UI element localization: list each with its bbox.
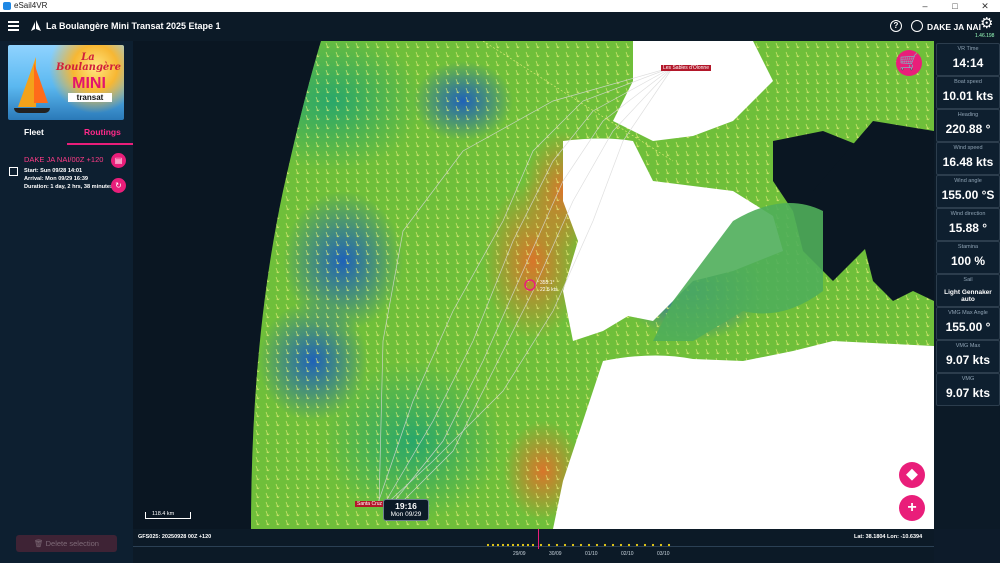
banner-mini: MINI (72, 75, 106, 92)
tab-fleet[interactable]: Fleet (24, 127, 44, 137)
timeline-date: 29/09 (513, 551, 526, 557)
routing-start: Start: Sun 09/28 14:01 (24, 168, 83, 174)
scale-label: 118.4 km (152, 511, 175, 517)
cursor-date: Mon 09/29 (390, 511, 422, 518)
help-icon[interactable]: ? (890, 20, 902, 32)
boat-speed-readout: 22.5 kts (540, 287, 558, 293)
stat-wind-direction: Wind direction 15.88 ° (936, 208, 1000, 241)
stat-wind-speed: Wind speed 16.48 kts (936, 142, 1000, 175)
sidebar-tabs: Fleet Routings (0, 123, 133, 145)
maximize-icon[interactable]: □ (940, 0, 970, 12)
weather-map[interactable]: 355.1° 22.5 kts (133, 41, 934, 529)
cursor-latlon: Lat: 38.1804 Lon: -10.6394 (854, 534, 923, 540)
stat-heading[interactable]: Heading 220.88 ° (936, 109, 1000, 142)
boat-heading-readout: 355.1° (540, 280, 555, 286)
race-title: La Boulangère Mini Transat 2025 Etape 1 (46, 21, 221, 31)
stat-vmg-max-angle: VMG Max Angle 155.00 ° (936, 307, 1000, 340)
stats-panel: VR Time 14:14 Boat speed 10.01 kts Heading… (934, 41, 1000, 529)
add-route-button[interactable]: + (899, 495, 925, 521)
stat-wind-angle[interactable]: Wind angle 155.00 °S (936, 175, 1000, 208)
cursor-time: 19:16 (395, 501, 417, 511)
routing-name[interactable]: DAKE JA NAI/00Z +120 (24, 155, 103, 164)
shop-icon[interactable]: 🛒 (896, 50, 922, 76)
stat-boat-speed: Boat speed 10.01 kts (936, 76, 1000, 109)
banner-brand: La Boulangère (56, 52, 121, 73)
timeline-date: 30/09 (549, 551, 562, 557)
timeline-forecast-dots (486, 543, 671, 547)
app-header: La Boulangère Mini Transat 2025 Etape 1 … (0, 12, 1000, 41)
window-titlebar: eSail4VR – □ ✕ (0, 0, 1000, 12)
gear-icon[interactable]: ⚙ (980, 16, 993, 31)
routing-checkbox[interactable] (9, 167, 18, 176)
recompute-icon[interactable]: ↻ (111, 178, 126, 193)
tab-routings[interactable]: Routings (84, 127, 121, 137)
stat-stamina: Stamina 100 % (936, 241, 1000, 274)
user-name[interactable]: DAKE JA NAI (927, 22, 981, 32)
window-title: eSail4VR (14, 1, 48, 10)
stat-vmg: VMG 9.07 kts (936, 373, 1000, 406)
active-tab-indicator (67, 143, 133, 145)
timeline-cursor-tooltip: 19:16 Mon 09/29 (383, 499, 429, 521)
close-icon[interactable]: ✕ (970, 0, 1000, 12)
clipboard-icon[interactable]: ▤ (111, 153, 126, 168)
start-port-label: Les Sables d'Olonne (661, 65, 711, 71)
routing-arrival: Arrival: Mon 09/29 16:39 (24, 176, 89, 182)
menu-icon[interactable] (8, 21, 19, 31)
timeline-date: 02/10 (621, 551, 634, 557)
timeline-bar[interactable]: GFS025: 20250928 00Z +120 Lat: 38.1804 L… (133, 529, 934, 563)
stat-vmg-max: VMG Max 9.07 kts (936, 340, 1000, 373)
stat-vr-time: VR Time 14:14 (936, 43, 1000, 76)
routing-list-item[interactable]: DAKE JA NAI/00Z +120 Start: Sun 09/28 14… (0, 149, 133, 195)
map-view[interactable]: 355.1° 22.5 kts Les Sables d'Olonne Sant… (133, 41, 934, 529)
race-banner-image: La Boulangère MINI transat (8, 45, 124, 120)
africa-land (553, 341, 934, 529)
delete-selection-button[interactable]: 🗑 Delete selection (16, 535, 117, 552)
user-avatar-icon[interactable] (911, 20, 923, 32)
banner-transat: transat (68, 93, 112, 102)
sail-logo-icon (31, 20, 41, 31)
sidebar: La Boulangère MINI transat Fleet Routing… (0, 41, 133, 563)
timeline-date: 01/10 (585, 551, 598, 557)
app-version: 1.46.198 (975, 33, 995, 39)
stat-sail[interactable]: Sail Light Gennaker auto (936, 274, 1000, 307)
weather-model: GFS025: 20250928 00Z +120 (138, 534, 212, 540)
delete-selection-label: Delete selection (45, 539, 99, 548)
minimize-icon[interactable]: – (910, 0, 940, 12)
app-icon (3, 2, 11, 10)
routing-duration: Duration: 1 day, 2 hrs, 38 minutes (24, 184, 114, 190)
timeline-date: 03/10 (657, 551, 670, 557)
boat-locate-icon[interactable]: ⬥ (899, 462, 925, 488)
